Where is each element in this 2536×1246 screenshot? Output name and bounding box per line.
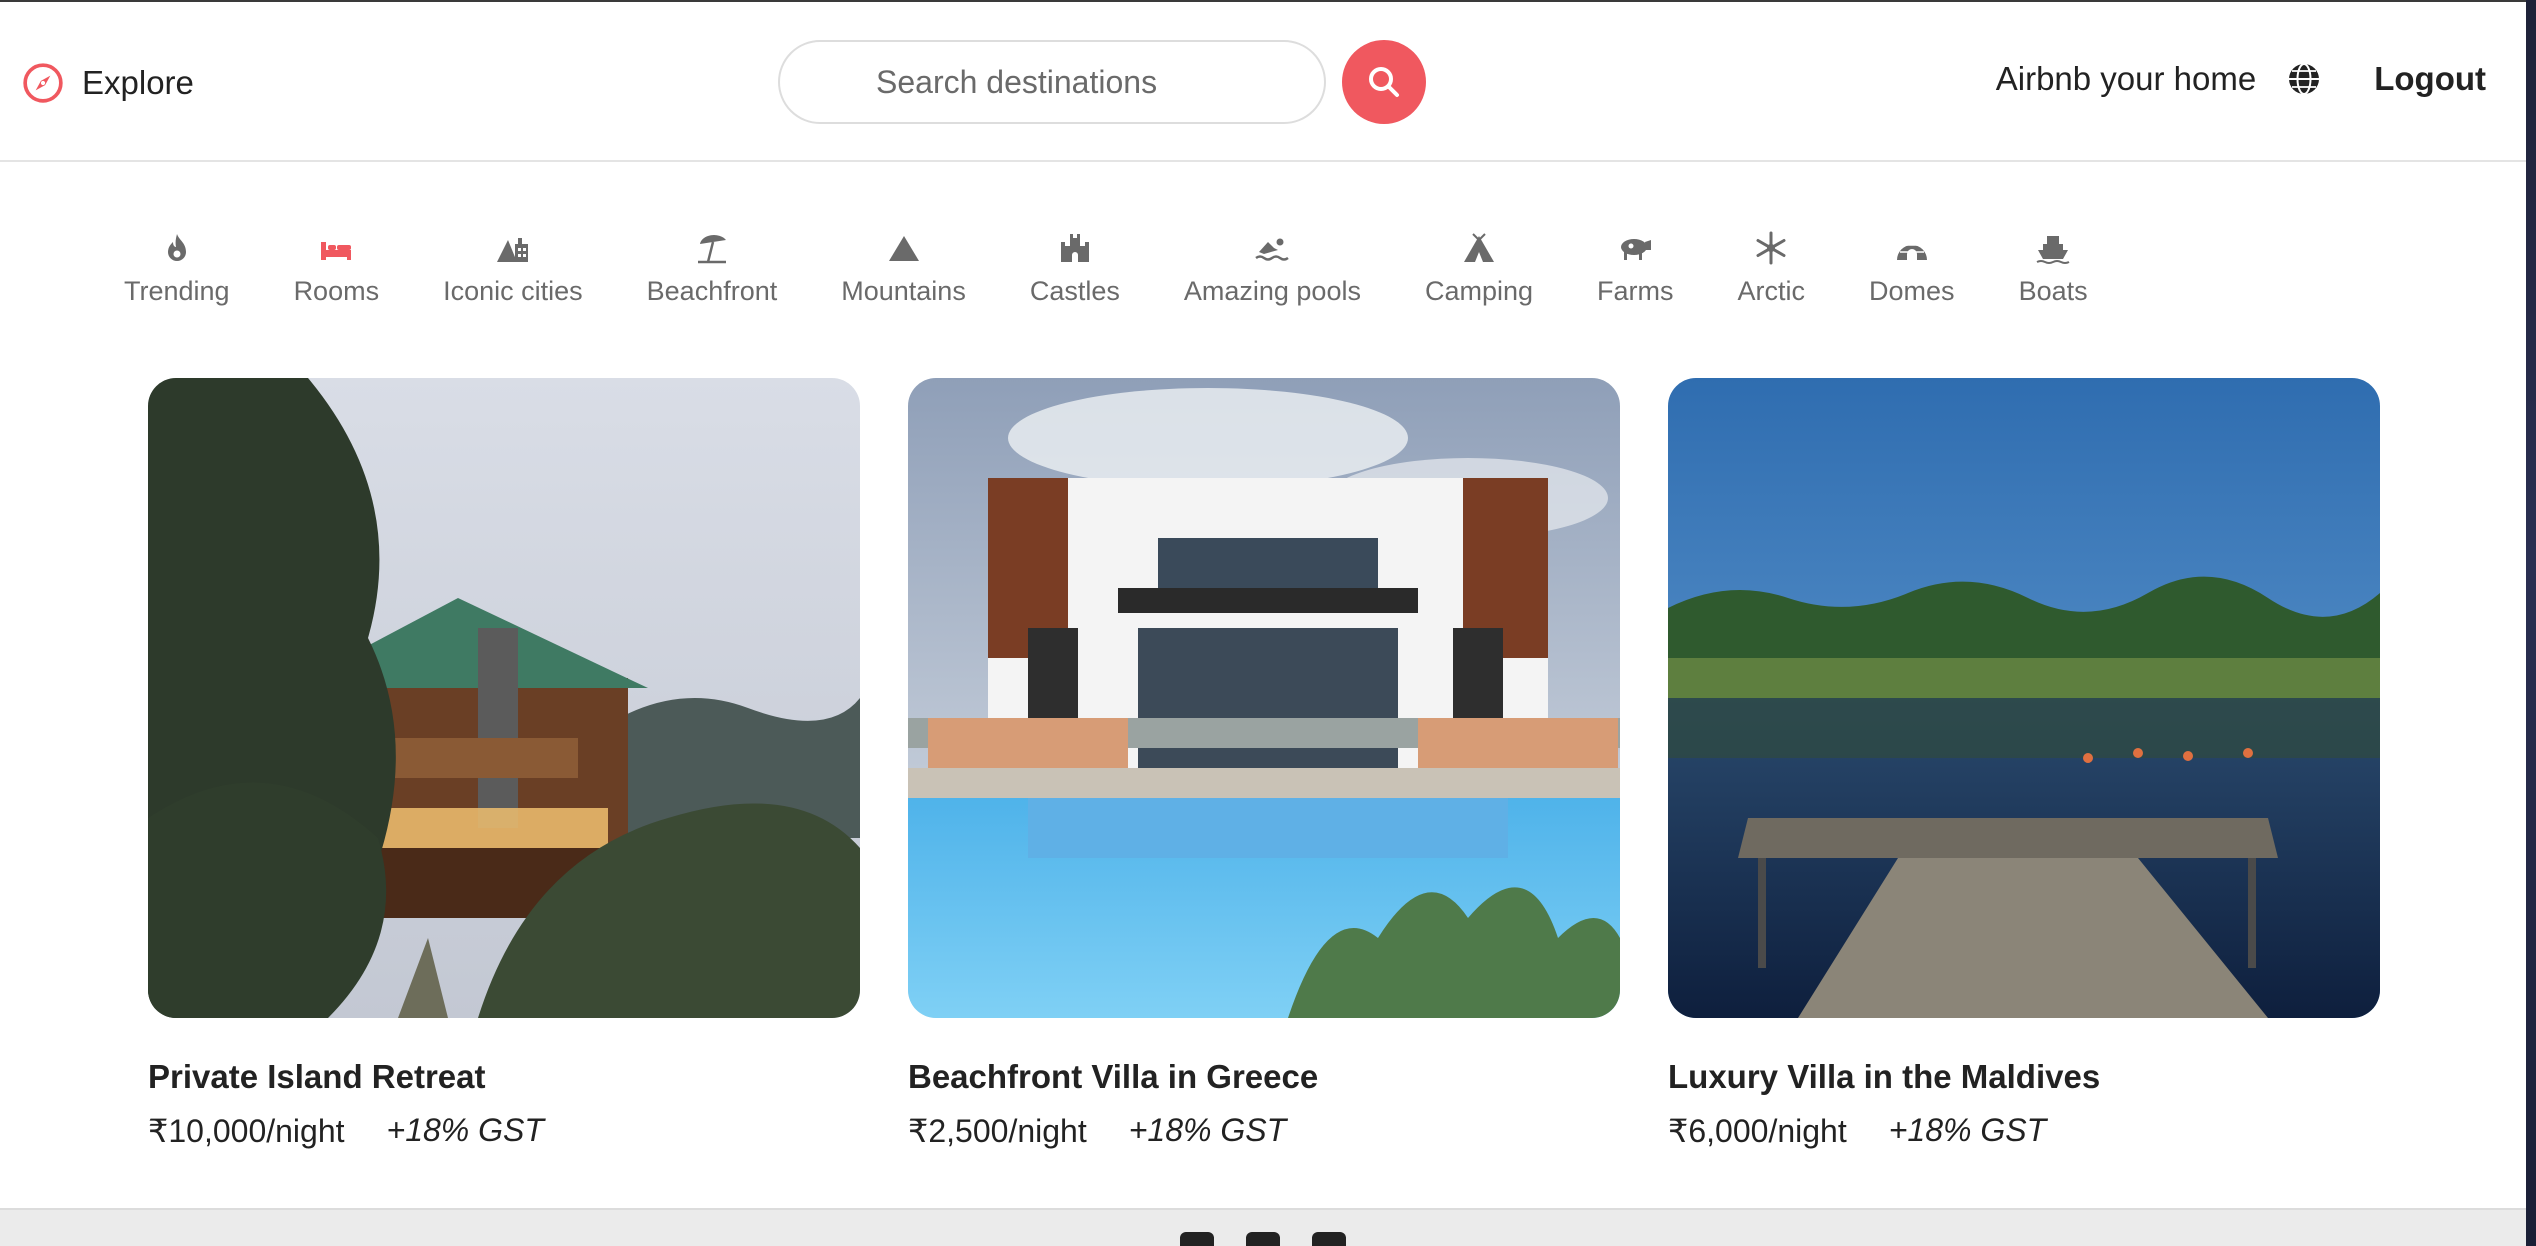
globe-icon[interactable]: [2286, 61, 2322, 97]
fire-icon: [167, 234, 186, 261]
listing-price: ₹2,500/night: [908, 1113, 1087, 1149]
city-icon: [496, 238, 528, 262]
category-bar: Trending Rooms Iconic cities Beachfront …: [124, 230, 2152, 307]
airbnb-your-home-link[interactable]: Airbnb your home: [1996, 60, 2256, 98]
category-label: Camping: [1424, 276, 1534, 306]
nav-actions: Airbnb your home Logout: [1996, 60, 2486, 98]
search-input[interactable]: [778, 40, 1326, 124]
listing-card[interactable]: Private Island Retreat ₹10,000/night +18…: [148, 378, 860, 1150]
category-boats[interactable]: Boats: [2019, 230, 2088, 307]
category-label: Castles: [1029, 276, 1120, 306]
category-farms[interactable]: Farms: [1597, 230, 1674, 307]
category-label: Boats: [2018, 276, 2088, 306]
category-amazing-pools[interactable]: Amazing pools: [1184, 230, 1361, 307]
tent-icon: [1464, 233, 1494, 262]
listing-image-lake-dock[interactable]: [1668, 378, 2380, 1018]
category-castles[interactable]: Castles: [1030, 230, 1120, 307]
category-label: Domes: [1869, 276, 1955, 306]
category-arctic[interactable]: Arctic: [1737, 230, 1806, 307]
listing-price: ₹10,000/night: [148, 1113, 345, 1149]
category-iconic-cities[interactable]: Iconic cities: [443, 230, 583, 307]
listing-price-row: ₹10,000/night +18% GST: [148, 1112, 860, 1150]
category-label: Trending: [124, 276, 230, 306]
listing-title: Private Island Retreat: [148, 1058, 486, 1095]
category-label: Arctic: [1737, 276, 1806, 306]
browser-page: Explore Airbnb your home Logout: [0, 0, 2526, 1246]
snowflake-icon: [1756, 231, 1786, 265]
category-trending[interactable]: Trending: [124, 230, 230, 307]
listing-image-cabin[interactable]: [148, 378, 860, 1018]
igloo-icon: [1896, 244, 1927, 260]
listing-card[interactable]: Beachfront Villa in Greece ₹2,500/night …: [908, 378, 1620, 1150]
cow-icon: [1621, 239, 1652, 260]
category-mountains[interactable]: Mountains: [841, 230, 966, 307]
desktop-edge: [2526, 0, 2536, 1246]
category-label: Mountains: [841, 276, 966, 306]
listing-card[interactable]: Luxury Villa in the Maldives ₹6,000/nigh…: [1668, 378, 2380, 1150]
search-button[interactable]: [1342, 40, 1426, 124]
category-camping[interactable]: Camping: [1425, 230, 1533, 307]
umbrella-icon: [697, 235, 726, 264]
listing-price: ₹6,000/night: [1668, 1113, 1847, 1149]
compass-icon: [23, 63, 63, 103]
navbar: Explore Airbnb your home Logout: [0, 2, 2526, 162]
footer: [0, 1208, 2526, 1246]
category-label: Farms: [1597, 276, 1674, 306]
category-beachfront[interactable]: Beachfront: [646, 230, 778, 307]
listing-price-row: ₹6,000/night +18% GST: [1668, 1112, 2380, 1150]
category-rooms[interactable]: Rooms: [293, 230, 380, 307]
listing-title: Luxury Villa in the Maldives: [1668, 1058, 2101, 1095]
category-label: Beachfront: [646, 276, 778, 306]
listing-tax: +18% GST: [1888, 1112, 2047, 1148]
castle-icon: [1060, 234, 1089, 262]
swimmer-icon: [1255, 238, 1290, 261]
explore-link[interactable]: Explore: [22, 62, 194, 104]
linkedin-icon[interactable]: [1312, 1232, 1346, 1246]
mountain-icon: [888, 236, 919, 261]
listing-price-row: ₹2,500/night +18% GST: [908, 1112, 1620, 1150]
ship-icon: [2036, 236, 2070, 264]
listing-tax: +18% GST: [386, 1112, 544, 1148]
instagram-icon[interactable]: [1246, 1232, 1280, 1246]
category-label: Rooms: [293, 276, 380, 306]
category-label: Iconic cities: [443, 276, 583, 306]
listing-image-villa[interactable]: [908, 378, 1620, 1018]
search-bar: [778, 40, 1426, 124]
listing-tax: +18% GST: [1128, 1112, 1287, 1148]
bed-icon: [321, 242, 352, 260]
social-links: [1180, 1232, 1346, 1246]
facebook-icon[interactable]: [1180, 1232, 1214, 1246]
category-domes[interactable]: Domes: [1869, 230, 1955, 307]
search-icon: [1369, 67, 1399, 97]
listing-title: Beachfront Villa in Greece: [908, 1058, 1319, 1095]
logout-link[interactable]: Logout: [2374, 60, 2486, 98]
explore-label: Explore: [82, 64, 194, 101]
category-label: Amazing pools: [1183, 276, 1361, 306]
